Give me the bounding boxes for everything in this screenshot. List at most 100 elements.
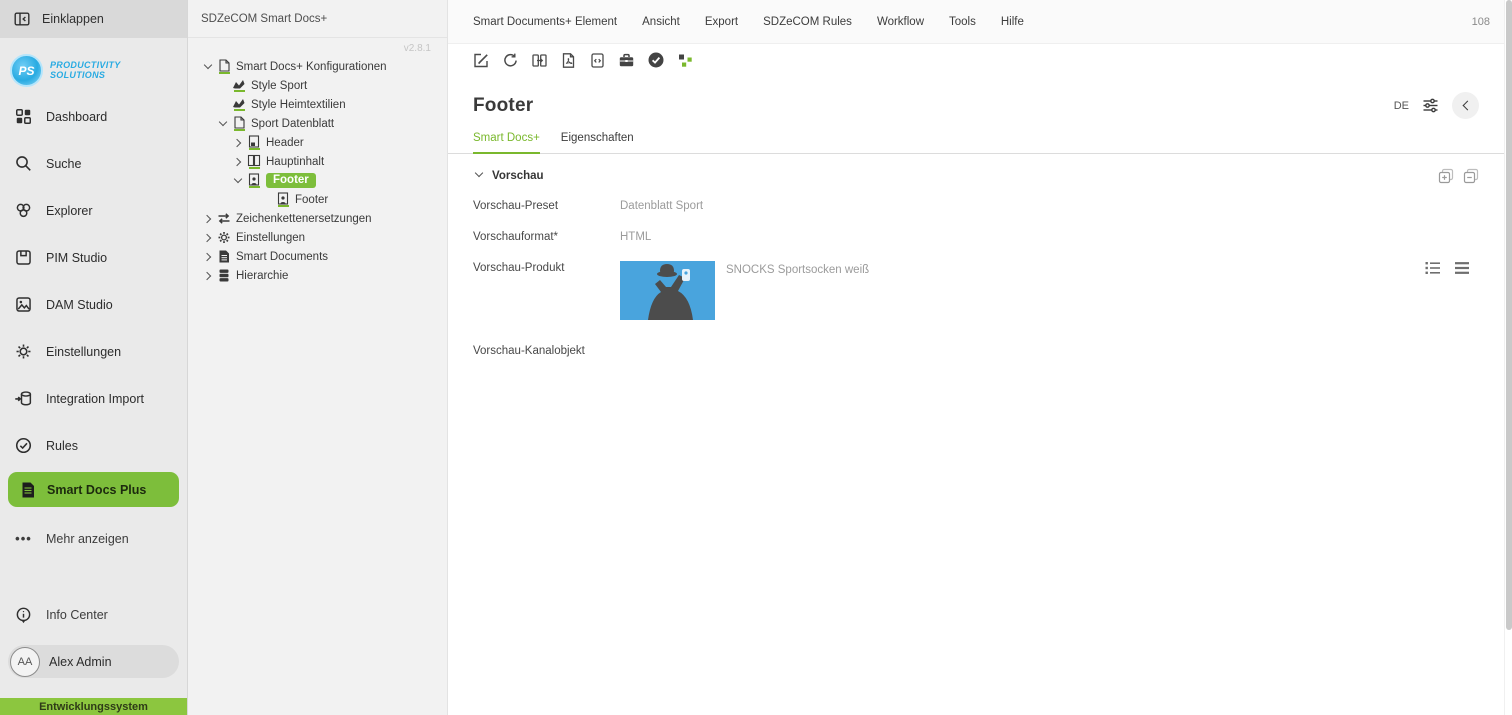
tree-node[interactable]: Hierarchie <box>188 266 447 285</box>
product-name[interactable]: SNOCKS Sportsocken weiß <box>726 261 869 277</box>
language-label[interactable]: DE <box>1394 100 1409 112</box>
search-icon <box>14 154 33 173</box>
list-view-icon[interactable] <box>1425 261 1441 275</box>
tree-node[interactable]: Zeichenkettenersetzungen <box>188 209 447 228</box>
tree-node[interactable]: Sport Datenblatt <box>188 114 447 133</box>
gear-icon <box>217 230 231 245</box>
user-menu[interactable]: AA Alex Admin <box>8 645 179 678</box>
app-window: Einklappen PS PRODUCTIVITY SOLUTIONS Das… <box>0 0 1512 715</box>
product-thumbnail[interactable] <box>620 261 715 320</box>
chevron-right-icon[interactable] <box>232 155 245 168</box>
scrollbar-thumb[interactable] <box>1506 0 1512 630</box>
sidebar-item-dam-studio[interactable]: DAM Studio <box>0 281 187 328</box>
user-name: Alex Admin <box>49 655 112 669</box>
tree-node[interactable]: Einstellungen <box>188 228 447 247</box>
chevron-right-icon[interactable] <box>202 231 215 244</box>
tree-node[interactable]: Footer <box>188 190 447 209</box>
sidebar-item-info-center[interactable]: Info Center <box>0 600 187 630</box>
sidebar-item-label: Einstellungen <box>46 345 121 359</box>
tree-node-selected[interactable]: Footer <box>188 171 447 190</box>
no-chevron <box>217 98 230 111</box>
sidebar-item-label: Suche <box>46 157 81 171</box>
expand-all-icon[interactable] <box>1438 168 1454 184</box>
dashboard-icon <box>14 107 33 126</box>
menu-tools[interactable]: Tools <box>949 16 976 28</box>
tree-node[interactable]: Smart Docs+ Konfigurationen <box>188 57 447 76</box>
menu-hilfe[interactable]: Hilfe <box>1001 16 1024 28</box>
sidebar-item-einstellungen[interactable]: Einstellungen <box>0 328 187 375</box>
tab-smart-docs[interactable]: Smart Docs+ <box>473 125 540 154</box>
sidebar-item-integration-import[interactable]: Integration Import <box>0 375 187 422</box>
more-dots-icon: ••• <box>14 531 33 546</box>
content-panel: Vorschau <box>448 154 1504 715</box>
field-value[interactable]: HTML <box>620 230 651 244</box>
menu-ansicht[interactable]: Ansicht <box>642 16 680 28</box>
section-title: Vorschau <box>492 170 544 182</box>
count-badge: 108 <box>1472 16 1490 28</box>
chevron-down-icon[interactable] <box>202 60 215 73</box>
sidebar: Einklappen PS PRODUCTIVITY SOLUTIONS Das… <box>0 0 188 715</box>
field-vorschau-produkt: Vorschau-Produkt SNOCKS Sportsocken weiß <box>473 261 1479 320</box>
sidebar-collapse-button[interactable]: Einklappen <box>0 0 187 38</box>
sidebar-item-smart-docs-plus[interactable]: Smart Docs Plus <box>8 472 179 507</box>
sidebar-item-mehr-anzeigen[interactable]: ••• Mehr anzeigen <box>0 515 187 562</box>
sidebar-item-rules[interactable]: Rules <box>0 422 187 469</box>
field-vorschau-preset: Vorschau-Preset Datenblatt Sport <box>473 199 1479 213</box>
menu-smart-documents-element[interactable]: Smart Documents+ Element <box>473 16 617 28</box>
sidebar-item-label: DAM Studio <box>46 298 113 312</box>
tab-bar: Smart Docs+ Eigenschaften <box>448 125 1504 154</box>
sidebar-item-label: Rules <box>46 439 78 453</box>
sidebar-item-explorer[interactable]: Explorer <box>0 187 187 234</box>
sidebar-item-pim-studio[interactable]: PIM Studio <box>0 234 187 281</box>
field-label: Vorschau-Produkt <box>473 261 620 275</box>
tree-node[interactable]: Style Heimtextilien <box>188 95 447 114</box>
document-icon <box>217 249 231 264</box>
chevron-right-icon[interactable] <box>202 269 215 282</box>
chevron-down-icon[interactable] <box>232 174 245 187</box>
sliders-filter-icon[interactable] <box>1422 97 1439 114</box>
tree-node[interactable]: Smart Documents <box>188 247 447 266</box>
tree-node[interactable]: Header <box>188 133 447 152</box>
gear-icon <box>14 342 33 361</box>
brand-name: PRODUCTIVITY SOLUTIONS <box>50 61 121 80</box>
pdf-file-icon[interactable] <box>560 52 577 69</box>
menu-export[interactable]: Export <box>705 16 738 28</box>
dam-studio-icon <box>14 295 33 314</box>
menu-workflow[interactable]: Workflow <box>877 16 924 28</box>
sidebar-item-label: Integration Import <box>46 392 144 406</box>
chevron-right-icon[interactable] <box>232 136 245 149</box>
vertical-scrollbar[interactable] <box>1504 0 1512 715</box>
brand-logo: PS PRODUCTIVITY SOLUTIONS <box>0 38 187 93</box>
collapse-all-icon[interactable] <box>1463 168 1479 184</box>
explorer-icon <box>14 201 33 220</box>
code-file-icon[interactable] <box>589 52 606 69</box>
collapse-panel-button[interactable] <box>1452 92 1479 119</box>
info-pin-icon <box>14 606 33 625</box>
title-row: Footer DE <box>448 76 1504 125</box>
tree-node[interactable]: Hauptinhalt <box>188 152 447 171</box>
edit-icon[interactable] <box>473 52 490 69</box>
tree-node[interactable]: Style Sport <box>188 76 447 95</box>
field-label: Vorschau-Preset <box>473 199 620 213</box>
chevron-right-icon[interactable] <box>202 250 215 263</box>
field-value[interactable]: Datenblatt Sport <box>620 199 703 213</box>
sidebar-item-label: Info Center <box>46 608 108 622</box>
hamburger-menu-icon[interactable] <box>1454 261 1470 275</box>
chevron-down-icon[interactable] <box>217 117 230 130</box>
book-export-icon[interactable] <box>531 52 548 69</box>
workflow-icon[interactable] <box>677 52 694 69</box>
sidebar-item-suche[interactable]: Suche <box>0 140 187 187</box>
sidebar-item-label: Dashboard <box>46 110 107 124</box>
style-icon <box>232 78 246 93</box>
server-stack-icon <box>217 268 231 283</box>
sidebar-item-dashboard[interactable]: Dashboard <box>0 93 187 140</box>
field-label: Vorschau-Kanalobjekt <box>473 344 620 358</box>
tab-eigenschaften[interactable]: Eigenschaften <box>561 125 634 154</box>
page-header-icon <box>247 135 261 150</box>
refresh-icon[interactable] <box>502 52 519 69</box>
check-circle-icon[interactable] <box>647 51 665 69</box>
chevron-right-icon[interactable] <box>202 212 215 225</box>
menu-sdzecom-rules[interactable]: SDZeCOM Rules <box>763 16 852 28</box>
section-vorschau-header[interactable]: Vorschau <box>473 163 1479 199</box>
toolbox-icon[interactable] <box>618 52 635 69</box>
